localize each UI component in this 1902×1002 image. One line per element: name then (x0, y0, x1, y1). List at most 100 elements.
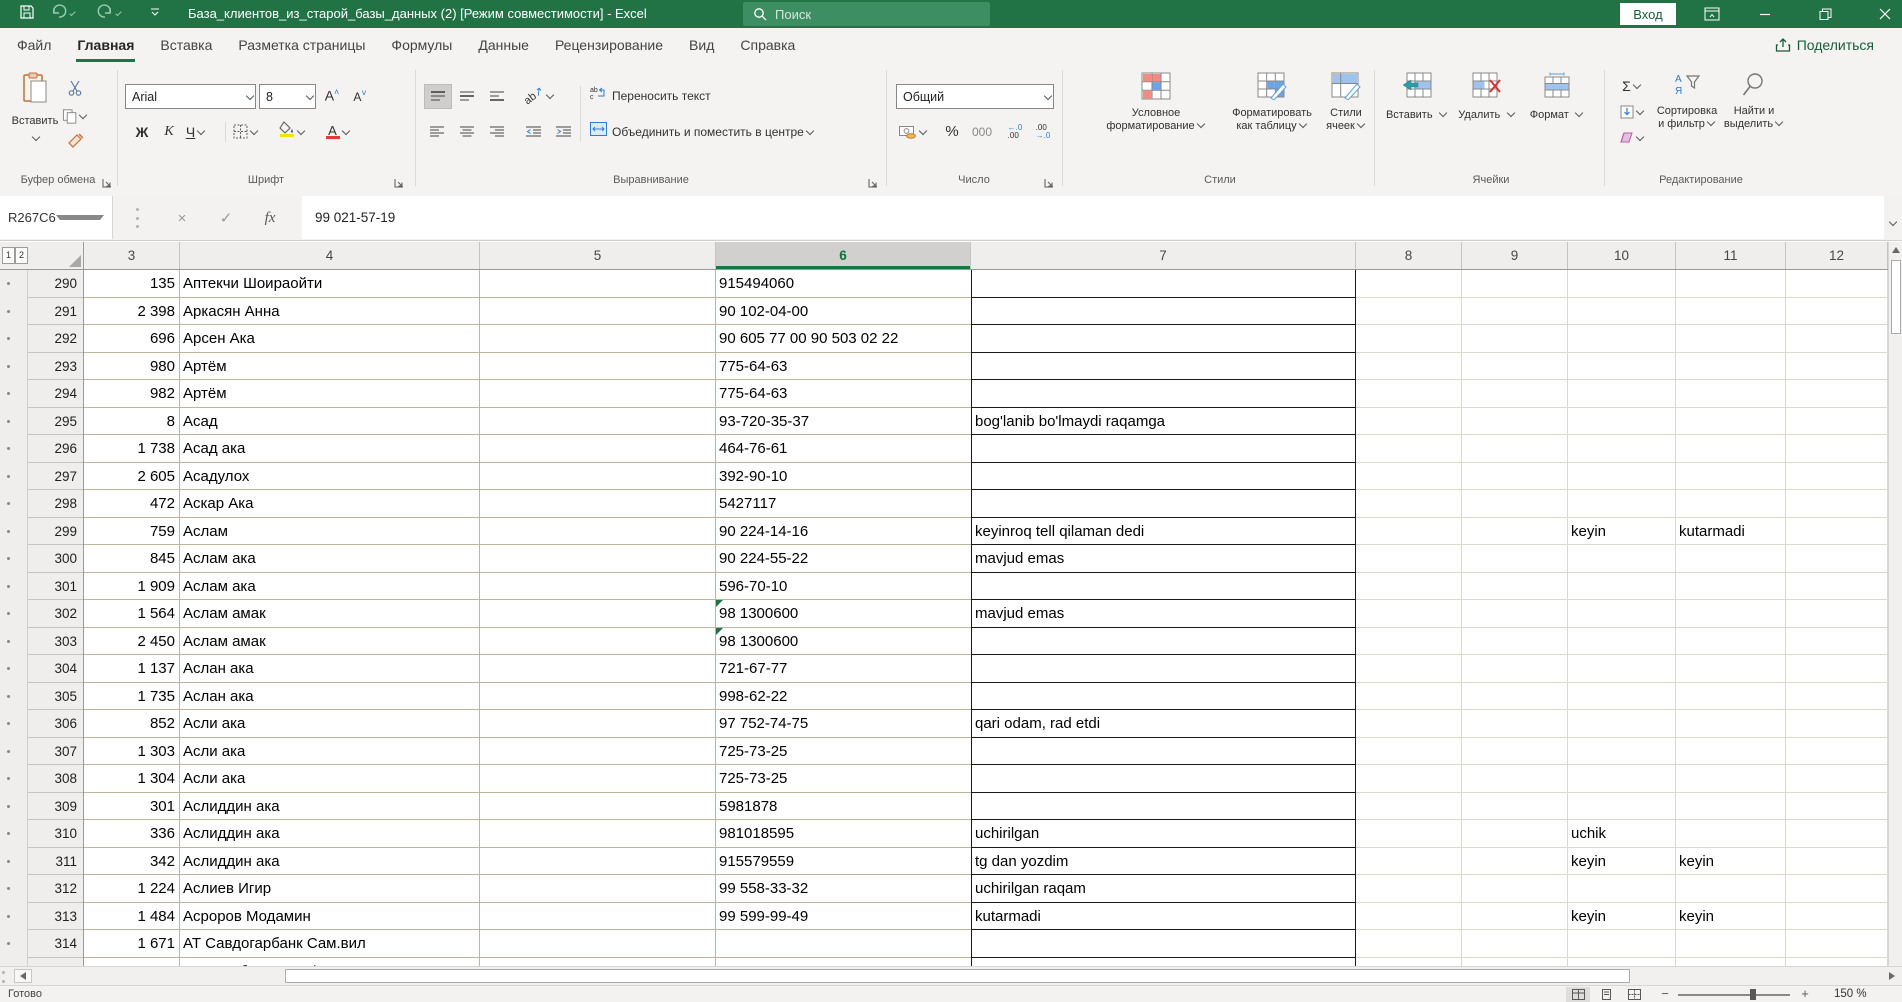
cell-r312c7[interactable]: uchirilgan raqam (971, 875, 1356, 903)
cell-r306c9[interactable] (1462, 710, 1568, 738)
sort-filter-button[interactable]: АЯ Сортировка и фильтр (1654, 68, 1720, 132)
cell-r298c3[interactable]: 472 (84, 490, 180, 518)
tab-вставка[interactable]: Вставка (147, 28, 225, 62)
cell-r302c4[interactable]: Аслам амак (180, 600, 480, 628)
cell-r304c6[interactable]: 721-67-77 (716, 655, 971, 683)
cell-r301c11[interactable] (1676, 572, 1786, 600)
vertical-scrollbar[interactable] (1888, 242, 1902, 966)
cell-r306c8[interactable] (1356, 710, 1462, 738)
clear-button[interactable] (1614, 126, 1650, 149)
cell-r313c6[interactable]: 99 599-99-49 (716, 903, 971, 930)
cell-r296c12[interactable] (1786, 435, 1888, 463)
cell-r300c7[interactable]: mavjud emas (971, 545, 1356, 573)
cell-r314c9[interactable] (1462, 930, 1568, 958)
cell-r311c7[interactable]: tg dan yozdim (971, 847, 1356, 875)
cell-r297c6[interactable]: 392-90-10 (716, 463, 971, 490)
cell-r300c11[interactable] (1676, 545, 1786, 573)
customize-quick-access-button[interactable] (142, 2, 168, 26)
row-header-310[interactable]: 310 (28, 820, 83, 848)
cell-r309c11[interactable] (1676, 792, 1786, 820)
font-color-button[interactable]: A (324, 120, 352, 143)
cell-r307c7[interactable] (971, 737, 1356, 765)
cell-r311c10[interactable]: keyin (1568, 847, 1676, 875)
row-header-296[interactable]: 296 (28, 435, 83, 463)
conditional-formatting-button[interactable]: Условное форматирование (1092, 68, 1220, 134)
fill-button[interactable] (1614, 100, 1650, 123)
cell-r306c3[interactable]: 852 (84, 710, 180, 738)
scroll-right-button[interactable] (1884, 969, 1900, 983)
cell-r304c7[interactable] (971, 655, 1356, 683)
cell-r297c8[interactable] (1356, 462, 1462, 490)
cell-r293c10[interactable] (1568, 352, 1676, 380)
cell-r293c8[interactable] (1356, 352, 1462, 380)
align-middle-button[interactable] (454, 84, 480, 107)
row-header-297[interactable]: 297 (28, 463, 83, 490)
cell-r290c7[interactable] (971, 270, 1356, 298)
tab-справка[interactable]: Справка (727, 28, 808, 62)
undo-button[interactable] (50, 2, 76, 26)
row-header-299[interactable]: 299 (28, 518, 83, 545)
tab-разметка-страницы[interactable]: Разметка страницы (225, 28, 378, 62)
cell-r295c9[interactable] (1462, 407, 1568, 435)
cell-r303c3[interactable]: 2 450 (84, 627, 180, 655)
cell-r314c6[interactable] (716, 930, 971, 958)
cell-r312c12[interactable] (1786, 875, 1888, 903)
cell-r309c5[interactable] (480, 792, 716, 820)
cell-r305c8[interactable] (1356, 682, 1462, 710)
cell-r305c9[interactable] (1462, 682, 1568, 710)
cell-r312c8[interactable] (1356, 875, 1462, 903)
cell-r305c12[interactable] (1786, 682, 1888, 710)
cell-r292c3[interactable]: 696 (84, 325, 180, 353)
cell-r295c10[interactable] (1568, 407, 1676, 435)
cell-r299c5[interactable] (480, 517, 716, 545)
cell-r304c10[interactable] (1568, 655, 1676, 683)
cell-r295c3[interactable]: 8 (84, 407, 180, 435)
formula-input[interactable]: 99 021-57-19 (302, 196, 1884, 239)
cell-r291c4[interactable]: Аркасян Анна (180, 297, 480, 325)
cell-r300c9[interactable] (1462, 545, 1568, 573)
cell-r293c9[interactable] (1462, 352, 1568, 380)
cell-r290c12[interactable] (1786, 270, 1888, 298)
cell-r301c12[interactable] (1786, 572, 1888, 600)
cell-r306c6[interactable]: 97 752-74-75 (716, 710, 971, 738)
row-header-292[interactable]: 292 (28, 325, 83, 353)
enter-button[interactable]: ✓ (214, 206, 238, 230)
cell-r313c10[interactable]: keyin (1568, 902, 1676, 930)
cell-r298c4[interactable]: Аскар Ака (180, 490, 480, 518)
row-header-303[interactable]: 303 (28, 628, 83, 655)
cell-r311c5[interactable] (480, 847, 716, 875)
cell-r299c6[interactable]: 90 224-14-16 (716, 518, 971, 545)
cell-r304c9[interactable] (1462, 655, 1568, 683)
cell-r291c3[interactable]: 2 398 (84, 297, 180, 325)
decrease-decimal-button[interactable]: .00 →.0 (1030, 120, 1056, 143)
column-header-7[interactable]: 7 (971, 242, 1356, 269)
cell-r297c10[interactable] (1568, 462, 1676, 490)
cell-r304c3[interactable]: 1 137 (84, 655, 180, 683)
cell-r309c8[interactable] (1356, 792, 1462, 820)
outline-level-button-1[interactable]: 1 (2, 247, 15, 264)
tab-формулы[interactable]: Формулы (378, 28, 465, 62)
search-box[interactable]: Поиск (743, 2, 990, 26)
align-bottom-button[interactable] (484, 84, 510, 107)
cell-r308c10[interactable] (1568, 765, 1676, 793)
borders-button[interactable] (232, 120, 260, 143)
cell-r297c5[interactable] (480, 462, 716, 490)
cell-r304c11[interactable] (1676, 655, 1786, 683)
row-header-293[interactable]: 293 (28, 353, 83, 380)
cell-r315c12[interactable] (1786, 957, 1888, 966)
cell-r296c5[interactable] (480, 435, 716, 463)
cell-r294c7[interactable] (971, 380, 1356, 408)
cell-r294c3[interactable]: 982 (84, 380, 180, 408)
cell-r312c10[interactable] (1568, 875, 1676, 903)
select-all-button[interactable] (28, 242, 84, 269)
cell-r302c9[interactable] (1462, 600, 1568, 628)
row-header-311[interactable]: 311 (28, 848, 83, 875)
cell-r302c7[interactable]: mavjud emas (971, 600, 1356, 628)
merge-center-button[interactable]: Объединить и поместить в центре (590, 120, 815, 143)
page-layout-view-button[interactable] (1594, 987, 1618, 1002)
cell-r308c12[interactable] (1786, 765, 1888, 793)
name-box-dropdown-icon[interactable] (55, 215, 104, 220)
cell-r308c4[interactable]: Асли ака (180, 765, 480, 793)
cell-r292c8[interactable] (1356, 325, 1462, 353)
cell-r313c4[interactable]: Асроров Модамин (180, 902, 480, 930)
